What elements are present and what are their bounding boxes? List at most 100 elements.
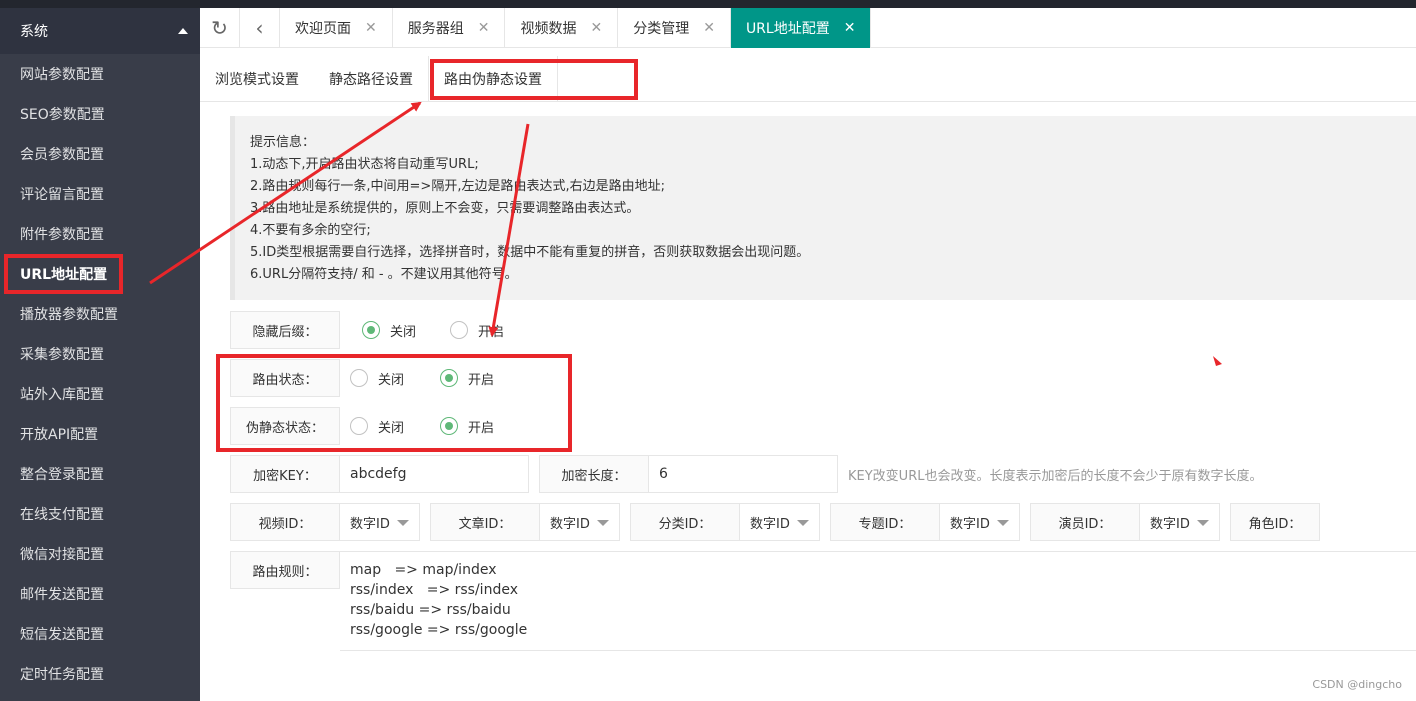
suffix-label: 隐藏后缀： [230, 311, 340, 349]
tab-label: 服务器组 [407, 21, 464, 37]
role-id-group: 角色ID： [1230, 503, 1320, 541]
actor-id-select[interactable]: 数字ID [1140, 503, 1220, 541]
sidebar-item-label: 短信发送配置 [20, 627, 104, 643]
suffix-row: 隐藏后缀： 关闭 开启 [230, 311, 516, 349]
tab-label: 视频数据 [520, 21, 577, 37]
subtab-browse-mode[interactable]: 浏览模式设置 [200, 56, 314, 102]
sidebar-item-import[interactable]: 站外入库配置 [0, 374, 200, 414]
tab-video-data[interactable]: 视频数据 ✕ [505, 8, 619, 48]
chevron-down-icon [597, 520, 609, 526]
sidebar-item-label: URL地址配置 [20, 267, 108, 283]
radio-unchecked-icon [450, 321, 469, 339]
sidebar-group-label: 系统 [20, 24, 48, 40]
rules-label: 路由规则： [230, 551, 340, 589]
sidebar-item-pay[interactable]: 在线支付配置 [0, 494, 200, 534]
tips-line: 5.ID类型根据需要自行选择，选择拼音时，数据中不能有重复的拼音，否则获取数据会… [250, 245, 810, 260]
chevron-down-icon [397, 520, 409, 526]
tab-label: URL地址配置 [745, 21, 830, 37]
category-id-group: 分类ID： 数字ID [630, 503, 820, 541]
subtab-label: 浏览模式设置 [215, 72, 299, 88]
category-id-select[interactable]: 数字ID [740, 503, 820, 541]
actor-id-label: 演员ID： [1030, 503, 1140, 541]
sidebar-item-login[interactable]: 整合登录配置 [0, 454, 200, 494]
sidebar-item-sms[interactable]: 短信发送配置 [0, 614, 200, 654]
video-id-group: 视频ID： 数字ID [230, 503, 420, 541]
sidebar-item-label: 开放API配置 [20, 427, 99, 443]
top-strip [0, 0, 1416, 8]
sidebar: 系统 网站参数配置 SEO参数配置 会员参数配置 评论留言配置 附件参数配置 U… [0, 8, 200, 701]
video-id-select[interactable]: 数字ID [340, 503, 420, 541]
article-id-select[interactable]: 数字ID [540, 503, 620, 541]
tips-line: 3.路由地址是系统提供的，原则上不会变，只需要调整路由表达式。 [250, 201, 640, 216]
subtab-static-path[interactable]: 静态路径设置 [314, 56, 428, 102]
sidebar-item-label: 微信对接配置 [20, 547, 104, 563]
close-icon[interactable]: ✕ [844, 20, 856, 36]
sidebar-item-label: 采集参数配置 [20, 347, 104, 363]
tab-bar: ↻ ‹ 欢迎页面 ✕ 服务器组 ✕ 视频数据 ✕ 分类管理 ✕ URL地址配置 ✕ [200, 8, 1416, 48]
caret-up-icon [178, 28, 188, 34]
sidebar-item-wechat[interactable]: 微信对接配置 [0, 534, 200, 574]
refresh-icon[interactable]: ↻ [200, 8, 240, 48]
rules-textarea[interactable]: map => map/index rss/index => rss/index … [340, 551, 1416, 651]
encrypt-row: 加密KEY： abcdefg 加密长度： 6 KEY改变URL也会改变。长度表示… [230, 455, 1262, 493]
annotation-box-subtab [430, 59, 638, 100]
tab-server-group[interactable]: 服务器组 ✕ [393, 8, 506, 48]
sidebar-item-label: 会员参数配置 [20, 147, 104, 163]
select-value: 数字ID [350, 516, 390, 532]
topic-id-select[interactable]: 数字ID [940, 503, 1020, 541]
sidebar-item-label: 播放器参数配置 [20, 307, 118, 323]
sidebar-item-collect[interactable]: 采集参数配置 [0, 334, 200, 374]
length-input[interactable]: 6 [649, 455, 838, 493]
chevron-left-icon[interactable]: ‹ [240, 8, 280, 48]
sidebar-item-url[interactable]: URL地址配置 [0, 254, 200, 294]
select-value: 数字ID [550, 516, 590, 532]
annotation-box-sidebar: URL地址配置 [4, 254, 124, 294]
annotation-box-status [216, 354, 572, 452]
sidebar-item-cron[interactable]: 定时任务配置 [0, 654, 200, 694]
sidebar-item-site-params[interactable]: 网站参数配置 [0, 54, 200, 94]
sidebar-item-player[interactable]: 播放器参数配置 [0, 294, 200, 334]
actor-id-group: 演员ID： 数字ID [1030, 503, 1220, 541]
key-hint: KEY改变URL也会改变。长度表示加密后的长度不会少于原有数字长度。 [848, 468, 1263, 484]
tips-line: 4.不要有多余的空行; [250, 223, 371, 238]
sidebar-item-email[interactable]: 邮件发送配置 [0, 574, 200, 614]
suffix-off-radio[interactable]: 关闭 [362, 321, 416, 340]
subtab-label: 静态路径设置 [329, 72, 413, 88]
topic-id-group: 专题ID： 数字ID [830, 503, 1020, 541]
category-id-label: 分类ID： [630, 503, 740, 541]
cursor-mark [1213, 356, 1222, 366]
radio-label: 关闭 [390, 324, 417, 340]
radio-checked-icon [362, 321, 380, 339]
sidebar-item-member[interactable]: 会员参数配置 [0, 134, 200, 174]
sidebar-item-seo[interactable]: SEO参数配置 [0, 94, 200, 134]
sidebar-item-label: 附件参数配置 [20, 227, 104, 243]
sidebar-group-system[interactable]: 系统 [0, 8, 200, 54]
tab-welcome[interactable]: 欢迎页面 ✕ [280, 8, 393, 48]
sidebar-item-api[interactable]: 开放API配置 [0, 414, 200, 454]
tips-panel: 提示信息： 1.动态下,开启路由状态将自动重写URL; 2.路由规则每行一条,中… [230, 116, 1416, 300]
role-id-label: 角色ID： [1230, 503, 1320, 541]
close-icon[interactable]: ✕ [703, 20, 715, 36]
tab-label: 分类管理 [633, 21, 690, 37]
suffix-on-radio[interactable]: 开启 [450, 321, 504, 340]
key-input[interactable]: abcdefg [340, 455, 529, 493]
sidebar-item-label: SEO参数配置 [20, 107, 105, 123]
length-label: 加密长度： [539, 455, 649, 493]
radio-label: 开启 [478, 324, 505, 340]
sidebar-item-label: 站外入库配置 [20, 387, 104, 403]
close-icon[interactable]: ✕ [478, 20, 490, 36]
sidebar-item-label: 整合登录配置 [20, 467, 104, 483]
tips-title: 提示信息： [250, 135, 316, 150]
tab-url-config[interactable]: URL地址配置 ✕ [730, 8, 872, 48]
select-value: 数字ID [750, 516, 790, 532]
tips-line: 6.URL分隔符支持/ 和 - 。不建议用其他符号。 [250, 267, 518, 282]
sidebar-item-attachment[interactable]: 附件参数配置 [0, 214, 200, 254]
rules-row: 路由规则： map => map/index rss/index => rss/… [230, 551, 1416, 651]
tips-line: 2.路由规则每行一条,中间用=>隔开,左边是路由表达式,右边是路由地址; [250, 179, 665, 194]
sidebar-item-label: 定时任务配置 [20, 667, 104, 683]
tips-line: 1.动态下,开启路由状态将自动重写URL; [250, 157, 479, 172]
sidebar-item-comment[interactable]: 评论留言配置 [0, 174, 200, 214]
tab-category[interactable]: 分类管理 ✕ [618, 8, 731, 48]
close-icon[interactable]: ✕ [590, 20, 602, 36]
close-icon[interactable]: ✕ [365, 20, 377, 36]
